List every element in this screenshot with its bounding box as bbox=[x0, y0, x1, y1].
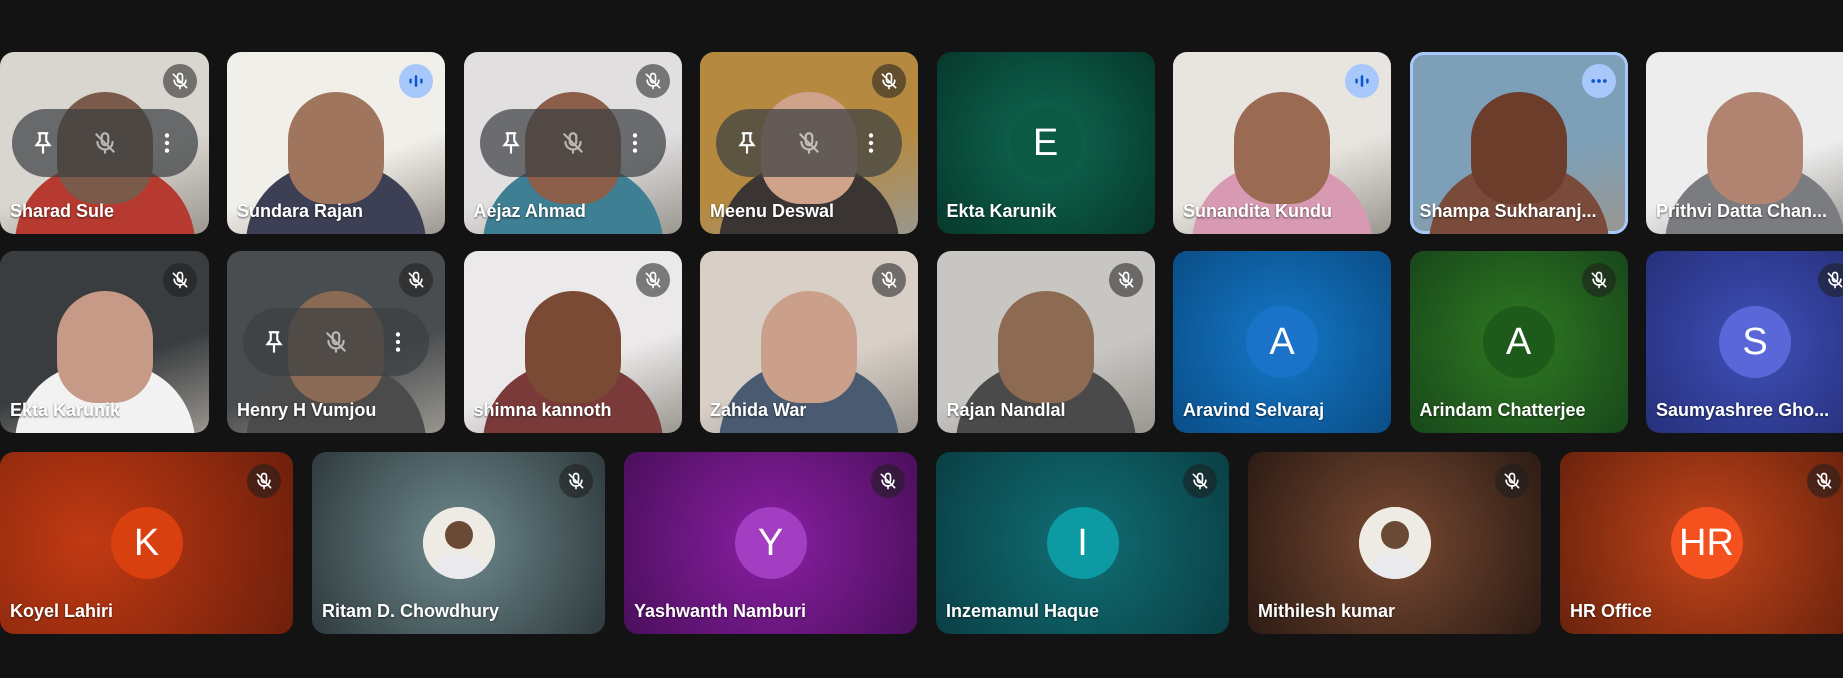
participant-name: Sharad Sule bbox=[10, 201, 115, 221]
video-feed-face bbox=[1234, 92, 1330, 205]
mic-off-icon bbox=[635, 64, 670, 98]
participant-tile[interactable]: Meenu Deswal bbox=[700, 52, 918, 234]
more-options-icon[interactable] bbox=[375, 319, 421, 365]
participant-tile[interactable]: Ekta Karunik bbox=[0, 251, 209, 433]
mic-off-icon bbox=[559, 464, 593, 498]
participant-tile[interactable]: Zahida War bbox=[700, 251, 918, 433]
participant-name: Zahida War bbox=[710, 400, 807, 420]
participant-tile[interactable]: Y Yashwanth Namburi bbox=[624, 452, 917, 634]
avatar: K bbox=[110, 507, 183, 579]
participant-name: Rajan Nandlal bbox=[946, 400, 1066, 420]
participant-name: Arindam Chatterjee bbox=[1419, 400, 1586, 420]
audio-level-icon bbox=[1345, 64, 1379, 98]
more-options-icon[interactable] bbox=[144, 120, 190, 166]
participant-name: Shampa Sukharanj... bbox=[1419, 201, 1597, 221]
participant-name: Ritam D. Chowdhury bbox=[322, 601, 500, 621]
pin-icon[interactable] bbox=[251, 319, 297, 365]
more-options-icon[interactable] bbox=[612, 120, 658, 166]
video-feed-face bbox=[1707, 92, 1803, 205]
mic-off-icon bbox=[82, 120, 128, 166]
participant-name: Inzemamul Haque bbox=[946, 601, 1100, 621]
pin-icon[interactable] bbox=[488, 120, 534, 166]
mic-off-icon bbox=[163, 64, 197, 98]
participant-tile[interactable]: S Saumyashree Gho... bbox=[1646, 251, 1843, 433]
avatar: S bbox=[1719, 306, 1791, 378]
participant-tile[interactable]: Shampa Sukharanj... bbox=[1409, 52, 1628, 234]
participant-name: HR Office bbox=[1570, 601, 1653, 621]
video-feed-face bbox=[524, 291, 621, 404]
avatar bbox=[422, 507, 495, 579]
participant-tile[interactable]: Aejaz Ahmad bbox=[463, 52, 682, 234]
participant-tile[interactable]: Sunandita Kundu bbox=[1173, 52, 1391, 234]
video-feed-face bbox=[288, 92, 384, 205]
participant-tile[interactable]: E Ekta Karunik bbox=[936, 52, 1155, 234]
participant-name: Meenu Deswal bbox=[710, 201, 835, 221]
participant-name: Koyel Lahiri bbox=[10, 601, 114, 621]
tile-hover-controls bbox=[11, 109, 198, 177]
avatar: Y bbox=[734, 507, 807, 579]
participant-name: Prithvi Datta Chan... bbox=[1656, 201, 1828, 221]
participant-name: shimna kannoth bbox=[473, 400, 612, 420]
video-feed-face bbox=[997, 291, 1094, 404]
participant-tile[interactable]: Sharad Sule bbox=[0, 52, 209, 234]
mic-off-icon bbox=[871, 464, 905, 498]
video-feed-face bbox=[56, 291, 153, 404]
participant-tile[interactable]: A Arindam Chatterjee bbox=[1409, 251, 1628, 433]
participant-name: Aravind Selvaraj bbox=[1183, 400, 1325, 420]
participant-name: Ekta Karunik bbox=[10, 400, 121, 420]
participant-name: Henry H Vumjou bbox=[237, 400, 377, 420]
avatar: I bbox=[1046, 507, 1119, 579]
participant-tile[interactable]: Mithilesh kumar bbox=[1248, 452, 1541, 634]
participant-tile[interactable]: HR HR Office bbox=[1560, 452, 1843, 634]
mic-off-icon bbox=[635, 263, 670, 297]
tile-hover-controls bbox=[243, 308, 429, 376]
mic-off-icon bbox=[1807, 464, 1841, 498]
mic-off-icon bbox=[786, 120, 832, 166]
mic-off-icon bbox=[399, 263, 433, 297]
participant-name: Saumyashree Gho... bbox=[1656, 400, 1830, 420]
mic-off-icon bbox=[1108, 263, 1143, 297]
mic-off-icon bbox=[1581, 263, 1616, 297]
mic-off-icon bbox=[872, 64, 906, 98]
participant-tile[interactable]: A Aravind Selvaraj bbox=[1173, 251, 1391, 433]
pin-icon[interactable] bbox=[724, 120, 770, 166]
more-options-icon[interactable] bbox=[1581, 64, 1616, 98]
mic-off-icon bbox=[550, 120, 596, 166]
participant-name: Mithilesh kumar bbox=[1258, 601, 1396, 621]
participant-tile[interactable]: I Inzemamul Haque bbox=[936, 452, 1229, 634]
participant-tile[interactable]: shimna kannoth bbox=[463, 251, 682, 433]
avatar bbox=[1358, 507, 1431, 579]
tile-hover-controls bbox=[479, 109, 666, 177]
participant-tile[interactable]: Ritam D. Chowdhury bbox=[312, 452, 605, 634]
participant-tile[interactable]: Sundara Rajan bbox=[227, 52, 445, 234]
tile-hover-controls bbox=[716, 109, 902, 177]
video-feed-face bbox=[1470, 92, 1567, 205]
avatar: E bbox=[1009, 107, 1082, 179]
participant-name: Aejaz Ahmad bbox=[473, 201, 586, 221]
mic-off-icon bbox=[1495, 464, 1529, 498]
video-feed-face bbox=[761, 291, 857, 404]
participant-name: Ekta Karunik bbox=[946, 201, 1057, 221]
participant-tile[interactable]: Prithvi Datta Chan... bbox=[1646, 52, 1843, 234]
mic-off-icon bbox=[163, 263, 197, 297]
avatar: A bbox=[1246, 306, 1318, 378]
avatar: HR bbox=[1670, 507, 1743, 579]
more-options-icon[interactable] bbox=[848, 120, 894, 166]
participant-tile[interactable]: Henry H Vumjou bbox=[227, 251, 445, 433]
mic-off-icon bbox=[247, 464, 281, 498]
participant-name: Sunandita Kundu bbox=[1183, 201, 1332, 221]
avatar: A bbox=[1482, 306, 1555, 378]
participant-name: Sundara Rajan bbox=[237, 201, 364, 221]
participant-tile[interactable]: Rajan Nandlal bbox=[936, 251, 1155, 433]
mic-off-icon bbox=[313, 319, 359, 365]
mic-off-icon bbox=[872, 263, 906, 297]
participant-tile[interactable]: K Koyel Lahiri bbox=[0, 452, 293, 634]
pin-icon[interactable] bbox=[20, 120, 66, 166]
participant-name: Yashwanth Namburi bbox=[634, 601, 807, 621]
mic-off-icon bbox=[1818, 263, 1843, 297]
mic-off-icon bbox=[1183, 464, 1217, 498]
audio-level-icon bbox=[399, 64, 433, 98]
